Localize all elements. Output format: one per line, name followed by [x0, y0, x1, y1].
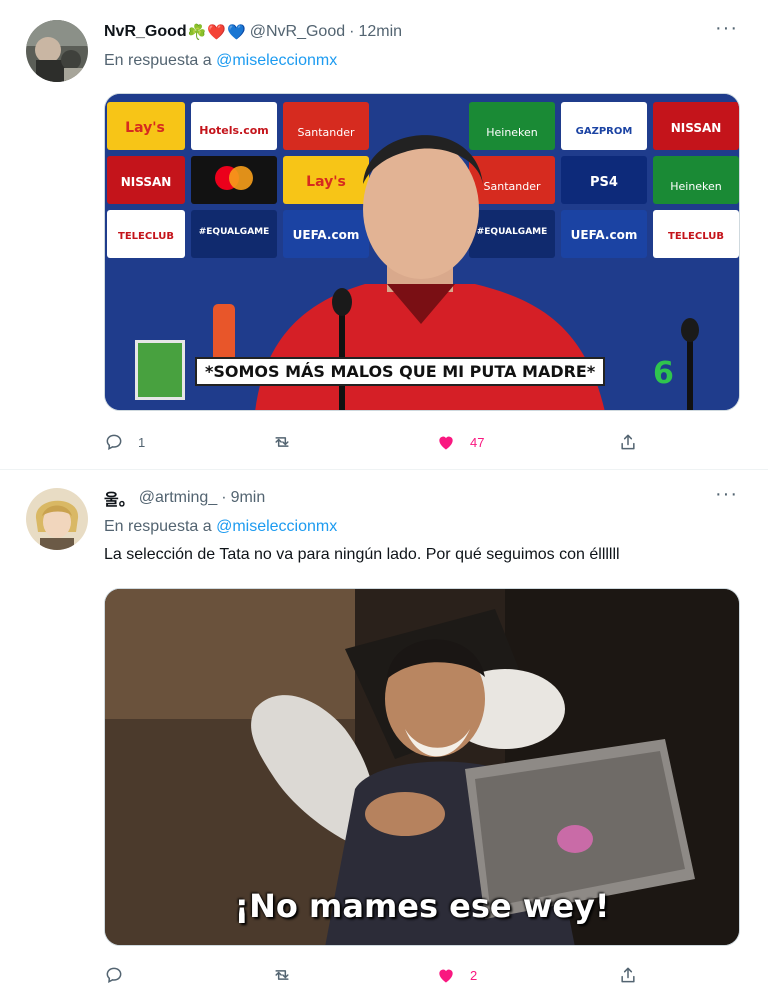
retweet-icon: [275, 970, 289, 980]
svg-text:Hotels.com: Hotels.com: [199, 124, 269, 137]
tweet[interactable]: 울。 @artming_ · 9min ··· En respuesta a @…: [0, 471, 768, 1001]
la-sexta-logo: 6: [653, 356, 674, 391]
svg-text:#EQUALGAME: #EQUALGAME: [477, 227, 548, 237]
clover-emoji: ☘️: [187, 24, 207, 41]
reply-mention-link[interactable]: @miseleccionmx: [216, 52, 337, 69]
timestamp[interactable]: 12min: [358, 23, 402, 41]
separator: ·: [221, 489, 227, 506]
retweet-icon: [275, 437, 289, 447]
svg-text:TELECLUB: TELECLUB: [668, 231, 724, 242]
reply-button[interactable]: [104, 963, 138, 987]
reply-prefix: En respuesta a: [104, 52, 212, 69]
share-button[interactable]: [618, 430, 638, 454]
more-horizontal-icon[interactable]: ···: [715, 18, 738, 38]
reply-context: En respuesta a @miseleccionmx: [104, 518, 337, 536]
svg-text:UEFA.com: UEFA.com: [571, 228, 638, 242]
like-count: 2: [470, 967, 478, 983]
svg-text:Santander: Santander: [298, 126, 355, 139]
handle[interactable]: @artming_: [139, 489, 218, 507]
blue-heart-emoji: 💙: [227, 24, 246, 41]
tweet-header: NvR_Good ☘️ ❤️ 💙 @NvR_Good · 12min ···: [104, 18, 738, 44]
like-button[interactable]: 47: [436, 430, 484, 454]
reply-prefix: En respuesta a: [104, 518, 212, 535]
svg-text:NISSAN: NISSAN: [121, 175, 172, 189]
share-upload-icon: [621, 434, 635, 450]
separator: ·: [349, 23, 355, 40]
display-name[interactable]: 울。: [104, 486, 135, 510]
avatar[interactable]: [26, 20, 88, 82]
share-upload-icon: [621, 967, 635, 983]
svg-text:PS4: PS4: [590, 175, 618, 190]
svg-text:#EQUALGAME: #EQUALGAME: [199, 227, 270, 237]
reply-bubble-icon: [106, 967, 122, 983]
heart-filled-icon: [439, 969, 453, 983]
tweet-text: La selección de Tata no va para ningún l…: [104, 546, 620, 563]
reply-mention-link[interactable]: @miseleccionmx: [216, 518, 337, 535]
share-button[interactable]: [618, 963, 638, 987]
tweet-actions: 2: [104, 963, 644, 987]
tweet-media-gif[interactable]: ¡No mames ese wey!: [104, 588, 740, 946]
retweet-button[interactable]: [272, 963, 306, 987]
video-subtitle: *SOMOS MÁS MALOS QUE MI PUTA MADRE*: [195, 357, 606, 386]
tweet-actions: 1 47: [104, 430, 644, 454]
reply-bubble-icon: [106, 434, 122, 450]
gif-caption: ¡No mames ese wey!: [234, 887, 610, 925]
retweet-button[interactable]: [272, 430, 306, 454]
svg-text:NISSAN: NISSAN: [671, 121, 722, 135]
svg-text:Lay's: Lay's: [125, 120, 165, 136]
heart-filled-icon: [439, 436, 453, 450]
tweet-media-image[interactable]: Lay's Hotels.com Santander Heineken GAZP…: [104, 93, 740, 411]
more-horizontal-icon[interactable]: ···: [715, 484, 738, 504]
svg-text:Heineken: Heineken: [486, 126, 538, 139]
svg-text:GAZPROM: GAZPROM: [576, 126, 633, 137]
svg-text:Heineken: Heineken: [670, 180, 722, 193]
timestamp[interactable]: 9min: [231, 489, 266, 507]
tweet[interactable]: NvR_Good ☘️ ❤️ 💙 @NvR_Good · 12min ··· E…: [0, 0, 768, 470]
like-button[interactable]: 2: [436, 963, 477, 987]
svg-text:Santander: Santander: [484, 180, 541, 193]
display-name[interactable]: NvR_Good: [104, 23, 187, 41]
reply-count: 1: [138, 434, 146, 450]
tweet-header: 울。 @artming_ · 9min ···: [104, 484, 738, 510]
avatar[interactable]: [26, 488, 88, 550]
svg-text:Lay's: Lay's: [306, 174, 346, 190]
channel-logo: [135, 340, 185, 400]
red-heart-emoji: ❤️: [207, 24, 227, 41]
svg-text:UEFA.com: UEFA.com: [293, 228, 360, 242]
svg-text:TELECLUB: TELECLUB: [118, 231, 174, 242]
handle[interactable]: @NvR_Good: [250, 23, 345, 41]
reply-button[interactable]: 1: [104, 430, 145, 454]
like-count: 47: [470, 434, 485, 450]
reply-context: En respuesta a @miseleccionmx: [104, 52, 337, 70]
